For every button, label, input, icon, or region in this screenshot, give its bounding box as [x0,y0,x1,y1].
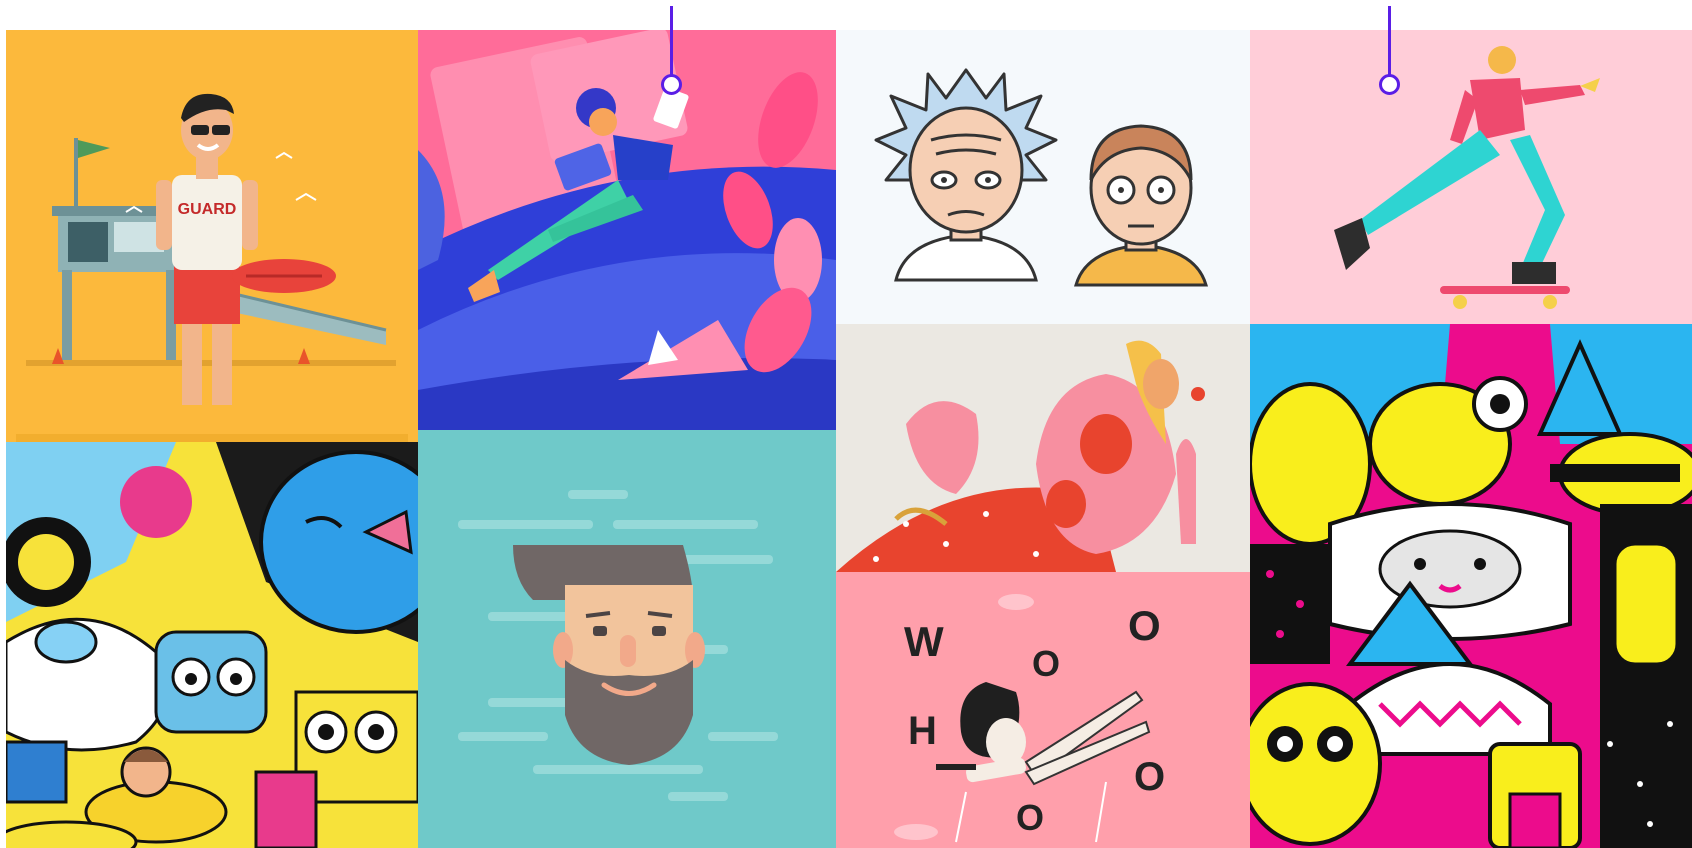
letter-h: H [908,709,937,753]
shirt-text: GUARD [178,201,237,218]
whooo-fall-illustration: W O O H O O [836,572,1250,848]
pin-stem [670,6,673,78]
pin-ring-icon [661,74,682,95]
monster-collage-illustration [1250,324,1692,848]
letter-o-1: O [1032,643,1060,684]
two-heads-illustration [836,30,1250,324]
letter-o-3: O [1134,755,1165,799]
pink-figure-illustration [836,324,1250,572]
letter-o-2: O [1128,602,1161,649]
letter-w: W [904,618,944,665]
skater-illustration [1250,30,1692,324]
gallery-tile-whooo-fall[interactable]: W O O H O O [836,572,1250,848]
gallery-tile-office-wave[interactable] [418,30,836,430]
gallery-tile-beard-face[interactable] [418,430,836,848]
beard-face-illustration [418,430,836,848]
cartoon-collage-illustration [6,442,418,848]
pin-marker-office-wave[interactable] [660,6,682,96]
gallery-tile-cartoon-collage[interactable] [6,442,418,848]
gallery-tile-monster-collage[interactable] [1250,324,1692,848]
letter-o-4: O [1016,797,1044,838]
pin-marker-skater[interactable] [1378,6,1400,96]
lifeguard-illustration: GUARD [6,30,418,442]
pin-stem [1388,6,1391,78]
gallery-tile-lifeguard[interactable]: GUARD [6,30,418,442]
office-wave-illustration [418,30,836,430]
pin-ring-icon [1379,74,1400,95]
gallery-tile-skater[interactable] [1250,30,1692,324]
gallery-tile-rick-morty[interactable] [836,30,1250,324]
gallery-tile-pink-figure[interactable] [836,324,1250,572]
